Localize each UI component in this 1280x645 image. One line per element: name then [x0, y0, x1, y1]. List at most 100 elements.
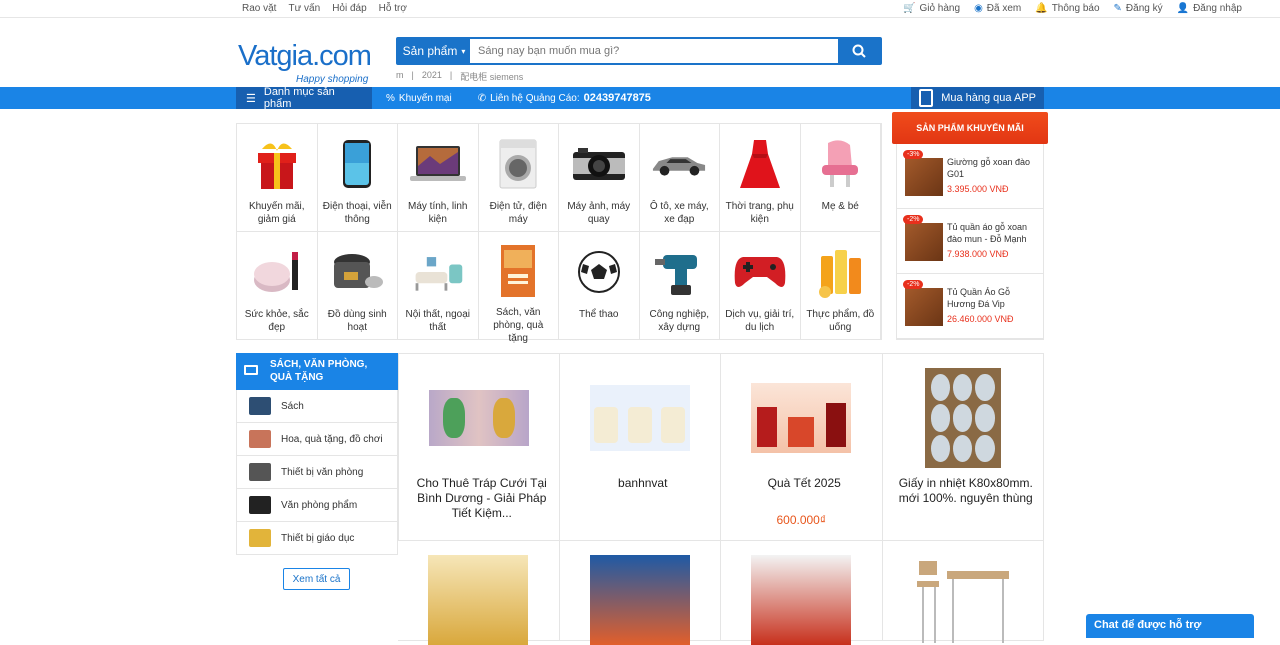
promo-title: SẢN PHẨM KHUYẾN MÃI: [892, 112, 1048, 144]
login-label[interactable]: Đăng nhập: [1193, 3, 1242, 14]
cart-link[interactable]: 🛒 Giỏ hàng: [903, 3, 960, 14]
category-item[interactable]: Sức khỏe, sắc đẹp: [237, 232, 318, 340]
category-label: Sức khỏe, sắc đẹp: [244, 309, 309, 333]
washer-icon: [499, 139, 537, 189]
category-item[interactable]: Sách, văn phòng, quà tặng: [478, 232, 559, 344]
sidebar-item-thiet-bi-van-phong[interactable]: Thiết bị văn phòng: [236, 456, 398, 489]
category-item[interactable]: Thể thao: [559, 232, 640, 340]
promo-item-price: 3.395.000 VNĐ: [947, 184, 1009, 194]
notification-label[interactable]: Thông báo: [1052, 3, 1100, 14]
search-icon: [852, 44, 866, 58]
main-nav: ☰ Danh mục sản phẩm % Khuyến mại ✆ Liên …: [0, 86, 1280, 110]
chat-support-button[interactable]: Chat để được hỗ trợ: [1086, 614, 1254, 638]
category-item[interactable]: Mẹ & bé: [800, 124, 881, 232]
product-card[interactable]: Cho Thuê Tráp Cưới Tại Bình Dương - Giải…: [398, 354, 560, 541]
hint-separator: |: [449, 70, 453, 80]
product-card[interactable]: Quà Tết 2025 600.000₫: [721, 354, 883, 541]
sidebar-item-hoa[interactable]: Hoa, quà tặng, đồ chơi: [236, 423, 398, 456]
percent-icon: %: [386, 92, 395, 104]
app-download-link[interactable]: Mua hàng qua APP: [911, 87, 1044, 109]
eye-icon: ◉: [974, 3, 983, 14]
category-item[interactable]: Điện thoại, viễn thông: [317, 124, 398, 232]
product-image: [751, 368, 852, 468]
vatgia-logo[interactable]: Vatgia.com Happy shopping: [238, 40, 378, 90]
category-item[interactable]: Thời trang, phụ kiện: [720, 124, 801, 232]
category-item[interactable]: Ô tô, xe máy, xe đạp: [639, 124, 720, 232]
category-label: Điện thoại, viễn thông: [322, 201, 392, 225]
flower-gift-icon: [249, 430, 271, 448]
sidebar-title: SÁCH, VĂN PHÒNG, QUÀ TẶNG: [270, 359, 368, 383]
see-all-button[interactable]: Xem tất cả: [283, 568, 350, 590]
search-category-dropdown[interactable]: Sản phẩm ▾: [398, 39, 470, 63]
notebook-icon: [249, 496, 271, 514]
product-title[interactable]: Giấy in nhiệt K80x80mm. mới 100%. nguyên…: [893, 476, 1040, 506]
sidebar-item-sach[interactable]: Sách: [236, 390, 398, 423]
link-hoi-dap[interactable]: Hỏi đáp: [332, 3, 366, 14]
sidebar-item-label: Sách: [281, 400, 304, 412]
search-bar: Sản phẩm ▾: [396, 37, 882, 65]
cart-label[interactable]: Giỏ hàng: [919, 3, 960, 14]
link-tu-van[interactable]: Tư vấn: [288, 3, 320, 14]
promo-item[interactable]: -2% Tủ Quần Áo Gỗ Hương Đá Vip 26.460.00…: [897, 274, 1043, 339]
product-card[interactable]: Giấy in nhiệt K80x80mm. mới 100%. nguyên…: [882, 354, 1044, 541]
viewed-link[interactable]: ◉ Đã xem: [974, 3, 1021, 14]
account-links: 🛒 Giỏ hàng ◉ Đã xem 🔔 Thông báo ✎ Đăng ký 👤 Đ…: [903, 3, 1242, 14]
sidebar-item-thiet-bi-giao-duc[interactable]: Thiết bị giáo dục: [236, 522, 398, 555]
hint-item[interactable]: m: [396, 70, 404, 83]
discount-badge: -2%: [903, 280, 924, 289]
category-label: Nội thất, ngoại thất: [405, 309, 471, 333]
register-link[interactable]: ✎ Đăng ký: [1114, 3, 1163, 14]
search-input[interactable]: [470, 39, 838, 63]
sidebar-item-label: Hoa, quà tặng, đồ chơi: [281, 433, 383, 445]
product-image: [428, 368, 529, 468]
sidebar-item-van-phong-pham[interactable]: Văn phòng phẩm: [236, 489, 398, 522]
category-item[interactable]: Nội thất, ngoại thất: [398, 232, 479, 340]
product-card[interactable]: [721, 541, 883, 645]
product-title[interactable]: banhnvat: [570, 476, 717, 491]
category-menu-button[interactable]: ☰ Danh mục sản phẩm: [236, 86, 372, 110]
product-image: [913, 555, 1013, 645]
category-item[interactable]: Máy ảnh, máy quay: [559, 124, 640, 232]
link-ho-tro[interactable]: Hỗ trợ: [379, 3, 407, 14]
login-link[interactable]: 👤 Đăng nhập: [1177, 3, 1242, 14]
mobile-app-icon: [919, 89, 934, 107]
phone-icon: [343, 140, 372, 188]
top-bar: Rao vặt Tư vấn Hỏi đáp Hỗ trợ 🛒 Giỏ hàng …: [0, 0, 1280, 18]
register-label[interactable]: Đăng ký: [1126, 3, 1163, 14]
category-label: Thể thao: [579, 309, 619, 320]
viewed-label[interactable]: Đã xem: [987, 3, 1021, 14]
category-item[interactable]: Điện tử, điện máy: [478, 124, 559, 232]
menu-icon: ☰: [246, 92, 256, 105]
category-item[interactable]: Công nghiệp, xây dựng: [639, 232, 720, 340]
promo-item-name[interactable]: Tủ Quần Áo Gỗ Hương Đá Vip: [947, 286, 1039, 310]
hint-item[interactable]: 2021: [422, 70, 442, 83]
category-item[interactable]: Dịch vụ, giải trí, du lịch: [720, 232, 801, 340]
category-item[interactable]: Thực phẩm, đồ uống: [800, 232, 881, 340]
promo-thumbnail: [905, 158, 943, 196]
promo-item[interactable]: -3% Giường gỗ xoan đào G01 3.395.000 VNĐ: [897, 144, 1043, 209]
product-image: [589, 368, 690, 468]
gift-icon: [257, 143, 296, 189]
category-item[interactable]: Máy tính, linh kiện: [398, 124, 479, 232]
promo-item[interactable]: -2% Tủ quần áo gỗ xoan đào mun - Đỗ Mạnh…: [897, 209, 1043, 274]
promo-item-name[interactable]: Giường gỗ xoan đào G01: [947, 156, 1039, 180]
category-item[interactable]: Đồ dùng sinh hoạt: [317, 232, 398, 340]
search-category-label: Sản phẩm: [402, 44, 458, 58]
product-card[interactable]: [882, 541, 1044, 643]
product-card[interactable]: [398, 541, 560, 645]
category-item[interactable]: Khuyến mãi, giảm giá: [237, 124, 318, 232]
rice-cooker-icon: [334, 254, 384, 288]
product-title[interactable]: Cho Thuê Tráp Cưới Tại Bình Dương - Giải…: [409, 476, 555, 521]
caret-down-icon: ▾: [461, 46, 466, 56]
promo-item-name[interactable]: Tủ quần áo gỗ xoan đào mun - Đỗ Mạnh: [947, 221, 1039, 245]
product-title[interactable]: Quà Tết 2025: [731, 476, 878, 491]
product-card[interactable]: [559, 541, 721, 645]
juice-icon: [819, 250, 862, 298]
link-rao-vat[interactable]: Rao vặt: [242, 3, 276, 14]
hint-item[interactable]: 配电柜 siemens: [460, 70, 523, 83]
notification-link[interactable]: 🔔 Thông báo: [1035, 3, 1099, 14]
product-card[interactable]: banhnvat: [559, 354, 721, 541]
promo-nav-link[interactable]: % Khuyến mại: [386, 93, 452, 104]
category-label: Dịch vụ, giải trí, du lịch: [725, 309, 795, 333]
search-button[interactable]: [838, 39, 880, 63]
